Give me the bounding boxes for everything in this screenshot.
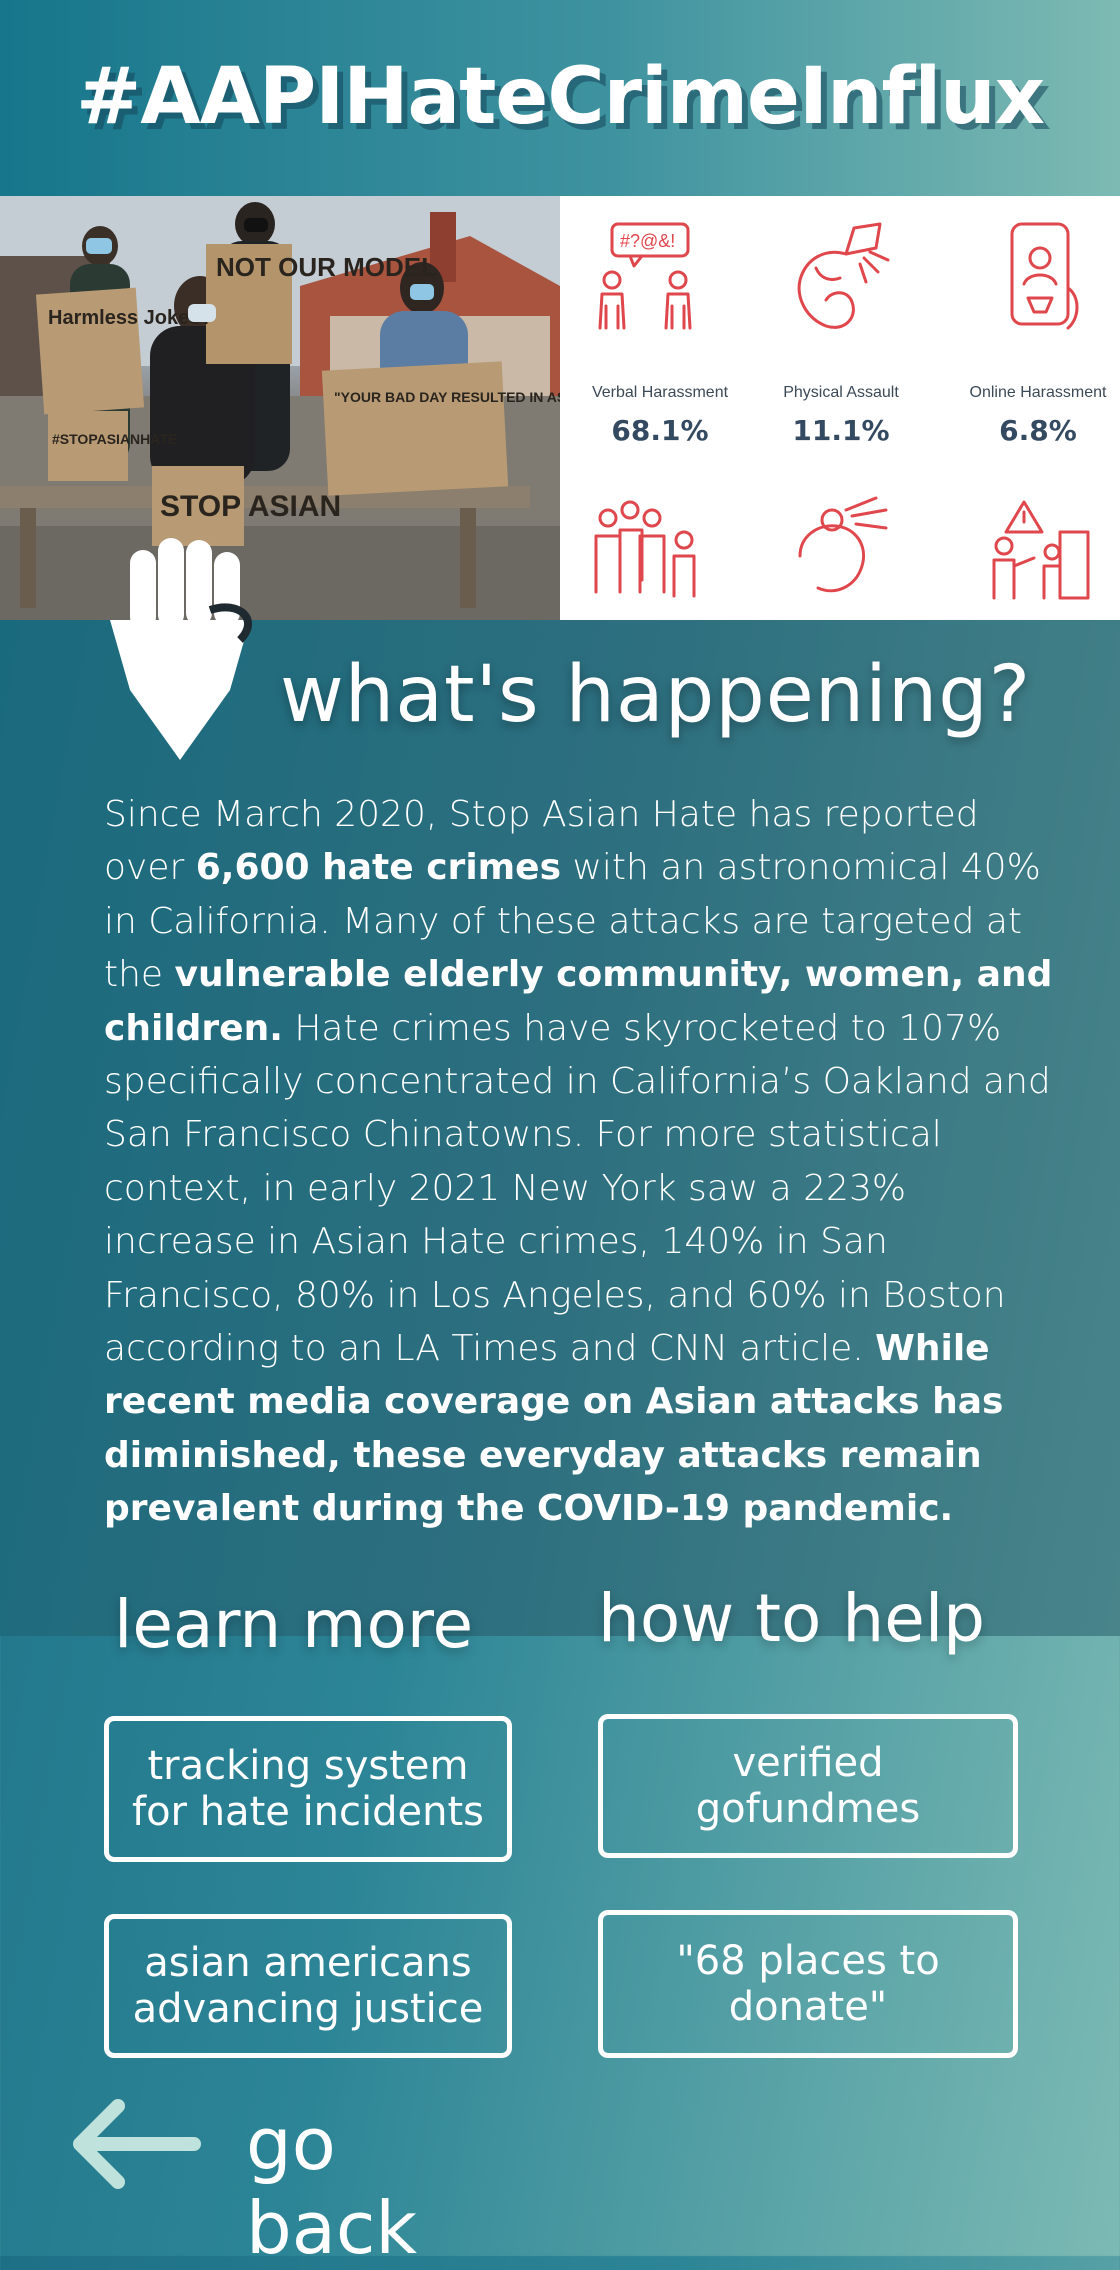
stats-panel: #?@&! Verbal Harassment 68.1% Physical A…: [560, 196, 1120, 620]
physical-assault-icon: [797, 222, 890, 329]
verified-gofundmes-link[interactable]: verified gofundmes: [598, 1714, 1018, 1858]
sign-text-hashtag: #STOPASIANHATE: [52, 431, 177, 447]
online-harassment-icon: [1010, 222, 1079, 330]
tracking-system-link[interactable]: tracking system for hate incidents: [104, 1716, 512, 1862]
sign-text-not-our-model: NOT OUR MODEL: [216, 252, 437, 282]
svg-text:#?@&!: #?@&!: [620, 231, 675, 251]
stat-label-physical: Physical Assault: [783, 384, 899, 401]
raised-fist-logo-icon: [110, 538, 252, 760]
stat-label-verbal: Verbal Harassment: [591, 384, 729, 401]
arrow-left-icon: [73, 2099, 201, 2189]
link-label-line: "68 places to: [676, 1938, 940, 1984]
protest-photo-illustration: Harmless Jokes? NOT OUR MODEL "YOUR BAD …: [0, 196, 560, 620]
stat-value-online: 6.8%: [999, 414, 1077, 447]
link-label-line: gofundmes: [695, 1786, 921, 1832]
whats-happening-paragraph: Since March 2020, Stop Asian Hate has re…: [104, 788, 1064, 1536]
workplace-discrimination-icon: [992, 500, 1090, 600]
link-label-line: advancing justice: [132, 1986, 484, 2032]
places-to-donate-link[interactable]: "68 places to donate": [598, 1910, 1018, 2058]
link-label-line: tracking system: [147, 1743, 469, 1789]
link-label-line: verified: [732, 1740, 884, 1786]
whats-happening-heading: what's happening?: [280, 650, 1032, 740]
asian-americans-advancing-justice-link[interactable]: asian americans advancing justice: [104, 1914, 512, 2058]
link-label-line: donate": [728, 1984, 888, 2030]
how-to-help-heading: how to help: [598, 1580, 986, 1657]
sign-text-stop: STOP ASIAN: [160, 490, 341, 523]
paragraph-bold-1: 6,600 hate crimes: [195, 847, 562, 889]
sign-text-harmless: Harmless Jokes?: [48, 307, 213, 329]
stat-label-online: Online Harassment: [969, 384, 1107, 401]
go-back-label: go back: [246, 2102, 418, 2270]
shunning-icon: [594, 500, 696, 598]
go-back-button[interactable]: go back: [66, 2090, 526, 2270]
stat-value-physical: 11.1%: [792, 414, 890, 447]
page-title: #AAPIHateCrimeInflux: [75, 52, 1045, 142]
learn-more-heading: learn more: [114, 1586, 474, 1663]
link-label-line: for hate incidents: [131, 1789, 485, 1835]
coughing-icon: [798, 496, 888, 593]
sign-text-bad-day: "YOUR BAD DAY RESULTED IN ASIAN WOMEN BE…: [334, 389, 560, 405]
verbal-harassment-icon: #?@&!: [598, 222, 692, 330]
header-banner: #AAPIHateCrimeInflux: [0, 0, 1120, 196]
paragraph-text-3: Hate crimes have skyrocketed to 107% spe…: [104, 1007, 1051, 1370]
stat-value-verbal: 68.1%: [611, 414, 709, 447]
protest-photo: Harmless Jokes? NOT OUR MODEL "YOUR BAD …: [0, 196, 560, 620]
link-label-line: asian americans: [144, 1940, 472, 1986]
